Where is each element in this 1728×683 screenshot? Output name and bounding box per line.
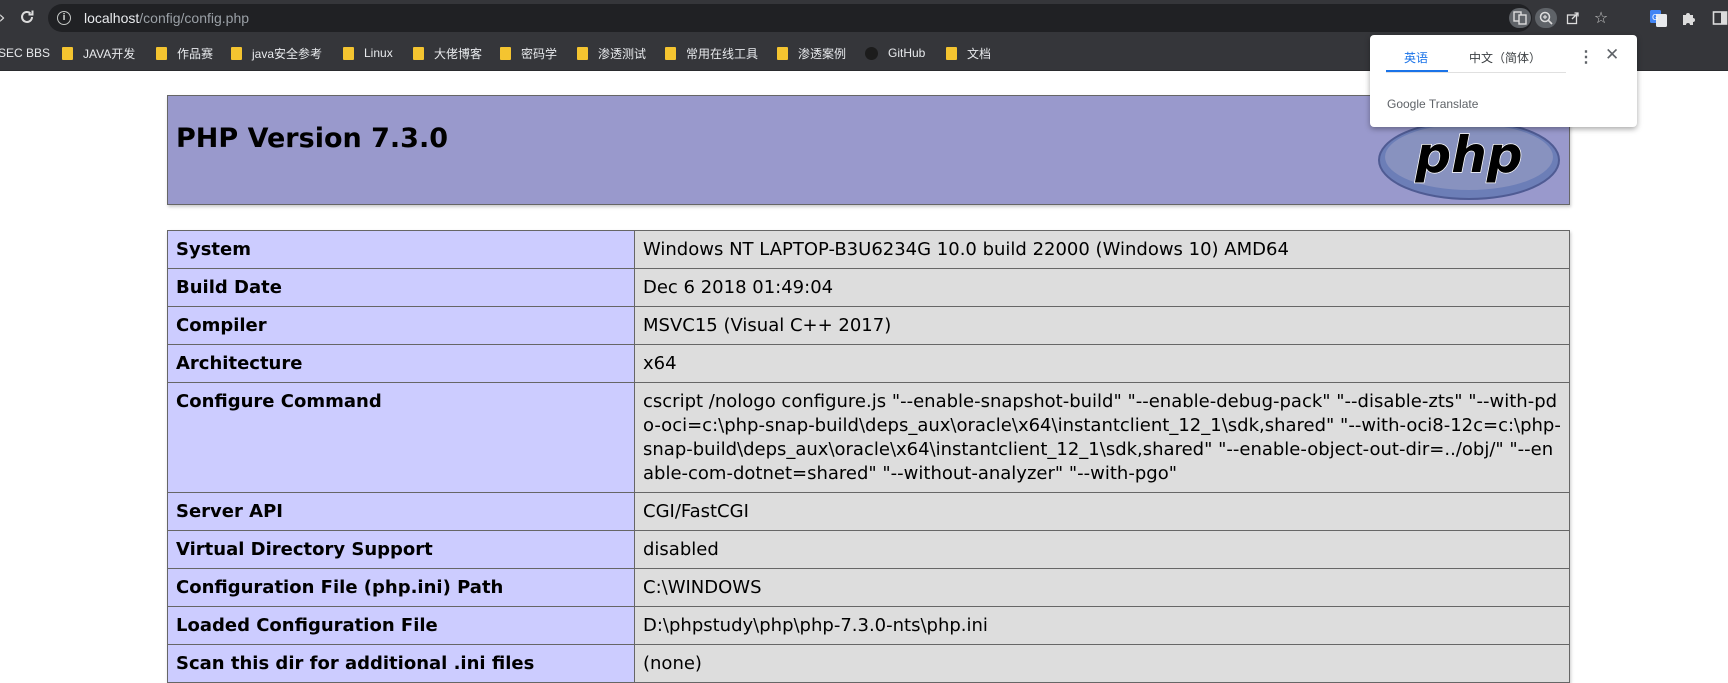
- phpinfo-table: System Windows NT LAPTOP-B3U6234G 10.0 bu…: [167, 230, 1570, 683]
- bookmark-folder[interactable]: 文档: [946, 44, 991, 62]
- row-value: C:\WINDOWS: [634, 568, 1570, 607]
- table-row: Configuration File (php.ini) Path C:\WIND…: [167, 568, 1570, 607]
- row-value: Dec 6 2018 01:49:04: [634, 268, 1570, 307]
- side-panel-icon[interactable]: [1710, 8, 1728, 28]
- row-key: Configure Command: [167, 382, 635, 493]
- table-row: Compiler MSVC15 (Visual C++ 2017): [167, 306, 1570, 345]
- bookmark-folder[interactable]: 常用在线工具: [665, 44, 758, 62]
- github-icon: [865, 46, 878, 60]
- bookmark-github[interactable]: GitHub: [865, 44, 925, 62]
- table-row: Server API CGI/FastCGI: [167, 492, 1570, 531]
- bookmark-folder[interactable]: java安全参考: [231, 44, 322, 62]
- google-translate-brand: Google Translate: [1387, 97, 1479, 111]
- bookmark-item[interactable]: SEC BBS: [0, 44, 50, 62]
- forward-arrow-icon[interactable]: ›: [0, 8, 12, 28]
- table-row: System Windows NT LAPTOP-B3U6234G 10.0 bu…: [167, 230, 1570, 269]
- bookmark-folder[interactable]: 渗透案例: [777, 44, 846, 62]
- bookmark-folder[interactable]: 作品赛: [156, 44, 213, 62]
- table-row: Architecture x64: [167, 344, 1570, 383]
- row-key: Compiler: [167, 306, 635, 345]
- translate-page-icon[interactable]: [1509, 8, 1531, 28]
- more-options-icon[interactable]: ⋮: [1578, 47, 1594, 67]
- tab-source-language[interactable]: 英语: [1404, 49, 1428, 66]
- row-key: Build Date: [167, 268, 635, 307]
- row-value: Windows NT LAPTOP-B3U6234G 10.0 build 22…: [634, 230, 1570, 269]
- reload-icon[interactable]: [17, 8, 37, 28]
- extensions-puzzle-icon[interactable]: [1679, 8, 1699, 28]
- bookmark-folder[interactable]: 大佬博客: [413, 44, 482, 62]
- row-key: Server API: [167, 492, 635, 531]
- google-translate-extension-icon[interactable]: G: [1648, 8, 1668, 28]
- row-key: Loaded Configuration File: [167, 606, 635, 645]
- php-logo-text: php: [1414, 126, 1522, 184]
- site-info-icon[interactable]: i: [57, 11, 71, 25]
- row-value: MSVC15 (Visual C++ 2017): [634, 306, 1570, 345]
- row-value: x64: [634, 344, 1570, 383]
- bookmark-folder[interactable]: JAVA开发: [62, 44, 135, 62]
- bookmark-folder[interactable]: 密码学: [500, 44, 557, 62]
- row-value: CGI/FastCGI: [634, 492, 1570, 531]
- bookmark-folder[interactable]: 渗透测试: [577, 44, 646, 62]
- zoom-icon[interactable]: [1535, 8, 1557, 28]
- close-icon[interactable]: ✕: [1605, 45, 1619, 65]
- php-logo: php: [1378, 120, 1560, 200]
- row-value: disabled: [634, 530, 1570, 569]
- row-value: cscript /nologo configure.js "--enable-s…: [634, 382, 1570, 493]
- folder-icon: [777, 46, 788, 60]
- row-key: Architecture: [167, 344, 635, 383]
- folder-icon: [62, 46, 73, 60]
- folder-icon: [231, 46, 242, 60]
- folder-icon: [156, 46, 167, 60]
- table-row: Configure Command cscript /nologo configu…: [167, 382, 1570, 493]
- folder-icon: [665, 46, 676, 60]
- folder-icon: [343, 46, 354, 60]
- row-value: (none): [634, 644, 1570, 683]
- address-bar[interactable]: i localhost/config/config.php ☆: [48, 4, 1608, 32]
- folder-icon: [500, 46, 511, 60]
- table-row: Virtual Directory Support disabled: [167, 530, 1570, 569]
- address-url[interactable]: localhost/config/config.php: [84, 10, 249, 26]
- bookmark-star-icon[interactable]: ☆: [1590, 8, 1612, 28]
- phpinfo-header: PHP Version 7.3.0 php: [167, 95, 1570, 205]
- tab-target-language[interactable]: 中文（简体）: [1469, 49, 1541, 66]
- folder-icon: [946, 46, 957, 60]
- folder-icon: [577, 46, 588, 60]
- row-key: Configuration File (php.ini) Path: [167, 568, 635, 607]
- share-icon[interactable]: [1562, 8, 1584, 28]
- translate-popup: 英语 中文（简体） ⋮ ✕ Google Translate: [1370, 35, 1637, 127]
- active-tab-indicator: [1386, 70, 1448, 72]
- table-row: Scan this dir for additional .ini files(…: [167, 644, 1570, 683]
- row-key: Scan this dir for additional .ini files: [167, 644, 635, 683]
- table-row: Build Date Dec 6 2018 01:49:04: [167, 268, 1570, 307]
- row-key: Virtual Directory Support: [167, 530, 635, 569]
- table-row: Loaded Configuration File D:\phpstudy\php…: [167, 606, 1570, 645]
- folder-icon: [413, 46, 424, 60]
- row-key: System: [167, 230, 635, 269]
- tab-divider: [1386, 72, 1566, 73]
- bookmark-folder[interactable]: Linux: [343, 44, 393, 62]
- svg-text:G: G: [1652, 13, 1658, 22]
- row-value: D:\phpstudy\php\php-7.3.0-nts\php.ini: [634, 606, 1570, 645]
- php-version-title: PHP Version 7.3.0: [176, 123, 448, 154]
- browser-toolbar: › i localhost/config/config.php ☆ G: [0, 0, 1728, 36]
